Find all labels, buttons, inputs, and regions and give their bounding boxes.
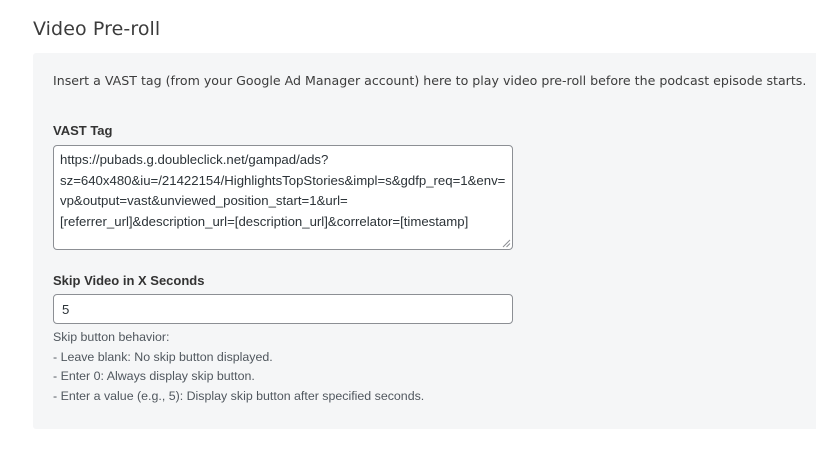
skip-seconds-label: Skip Video in X Seconds [53,273,205,288]
skip-help-item: - Enter a value (e.g., 5): Display skip … [53,388,425,403]
vast-tag-textarea[interactable]: https://pubads.g.doubleclick.net/gampad/… [53,145,513,250]
skip-help-heading: Skip button behavior: [53,330,170,344]
skip-help-item: - Leave blank: No skip button displayed. [53,349,273,364]
skip-seconds-input[interactable] [53,294,513,324]
video-preroll-settings: Video Pre-roll Insert a VAST tag (from y… [0,0,816,465]
settings-panel: Insert a VAST tag (from your Google Ad M… [33,53,816,429]
skip-help-item: - Enter 0: Always display skip button. [53,369,255,384]
section-title: Video Pre-roll [33,18,161,40]
skip-help-text: Skip button behavior: - Leave blank: No … [53,328,424,406]
resize-handle-icon[interactable] [502,239,511,248]
vast-tag-label: VAST Tag [53,123,113,138]
panel-description: Insert a VAST tag (from your Google Ad M… [53,73,807,88]
